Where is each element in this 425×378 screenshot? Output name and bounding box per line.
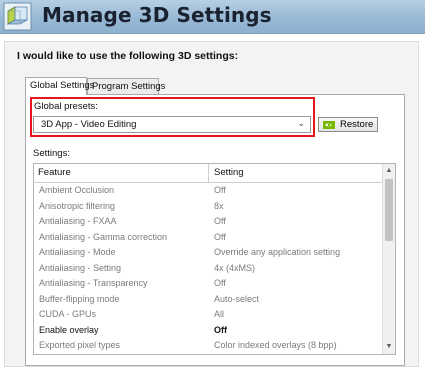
- table-row[interactable]: Antialiasing - Setting 4x (4xMS): [34, 261, 383, 277]
- vertical-scrollbar[interactable]: ▲ ▼: [382, 164, 395, 354]
- feature-cell: Antialiasing - Setting: [39, 262, 122, 273]
- table-row[interactable]: Antialiasing - Transparency Off: [34, 276, 383, 292]
- feature-cell: CUDA - GPUs: [39, 309, 97, 319]
- scrollbar-thumb[interactable]: [385, 179, 393, 241]
- scroll-up-icon[interactable]: ▲: [383, 165, 395, 177]
- feature-cell: Exported pixel types: [39, 340, 121, 350]
- table-row[interactable]: Anisotropic filtering 8x: [34, 199, 383, 215]
- setting-cell: All: [214, 309, 225, 319]
- column-header-feature[interactable]: Feature: [38, 167, 71, 178]
- table-row[interactable]: Enable overlay Off: [34, 323, 383, 339]
- chevron-down-icon: ⌄: [297, 118, 305, 128]
- settings-prompt: I would like to use the following 3D set…: [17, 50, 239, 62]
- restore-label: Restore: [340, 119, 374, 130]
- table-row[interactable]: Antialiasing - FXAA Off: [34, 214, 383, 230]
- tab-global-settings[interactable]: Global Settings: [25, 77, 94, 95]
- setting-cell: Off: [214, 278, 226, 288]
- page-header: Manage 3D Settings: [0, 0, 425, 34]
- setting-cell: Color indexed overlays (8 bpp): [214, 340, 337, 350]
- setting-cell: Auto-select: [214, 293, 260, 304]
- table-rows: Ambient Occlusion Off Anisotropic filter…: [34, 183, 383, 354]
- setting-cell: Off: [214, 216, 226, 226]
- table-row[interactable]: Ambient Occlusion Off: [34, 183, 383, 199]
- setting-cell: 4x (4xMS): [214, 262, 256, 273]
- setting-cell: 8x: [214, 200, 224, 211]
- nvidia-3d-cube-icon: [3, 2, 32, 31]
- setting-cell: Off: [214, 324, 227, 335]
- restore-button[interactable]: Restore: [318, 117, 378, 132]
- table-row[interactable]: Antialiasing - Gamma correction Off: [34, 230, 383, 246]
- table-row[interactable]: CUDA - GPUs All: [34, 307, 383, 323]
- feature-cell: Ambient Occlusion: [39, 185, 115, 195]
- feature-cell: Antialiasing - Gamma correction: [39, 231, 168, 242]
- tab-program-settings[interactable]: Program Settings: [87, 78, 165, 95]
- settings-label: Settings:: [33, 148, 70, 159]
- table-header: Feature Setting: [34, 164, 383, 183]
- table-row[interactable]: Antialiasing - Mode Override any applica…: [34, 245, 383, 261]
- global-presets-value: 3D App - Video Editing: [41, 119, 137, 130]
- column-header-setting[interactable]: Setting: [214, 167, 244, 178]
- column-divider[interactable]: [208, 164, 209, 182]
- setting-cell: Off: [214, 185, 226, 195]
- setting-cell: Off: [214, 231, 226, 242]
- scroll-down-icon[interactable]: ▼: [383, 341, 395, 353]
- feature-cell: Antialiasing - Mode: [39, 247, 116, 257]
- global-presets-select[interactable]: 3D App - Video Editing ⌄: [33, 116, 311, 133]
- nvidia-logo-icon: [323, 121, 335, 129]
- global-presets-label: Global presets:: [34, 101, 98, 112]
- feature-cell: Buffer-flipping mode: [39, 293, 120, 304]
- feature-cell: Antialiasing - FXAA: [39, 216, 117, 226]
- page-title: Manage 3D Settings: [42, 3, 272, 27]
- table-row[interactable]: Buffer-flipping mode Auto-select: [34, 292, 383, 308]
- feature-cell: Antialiasing - Transparency: [39, 278, 148, 288]
- feature-cell: Anisotropic filtering: [39, 200, 116, 211]
- table-row[interactable]: Exported pixel types Color indexed overl…: [34, 338, 383, 354]
- settings-table: Feature Setting Ambient Occlusion Off An…: [33, 163, 396, 355]
- feature-cell: Enable overlay: [39, 324, 99, 335]
- setting-cell: Override any application setting: [214, 247, 341, 257]
